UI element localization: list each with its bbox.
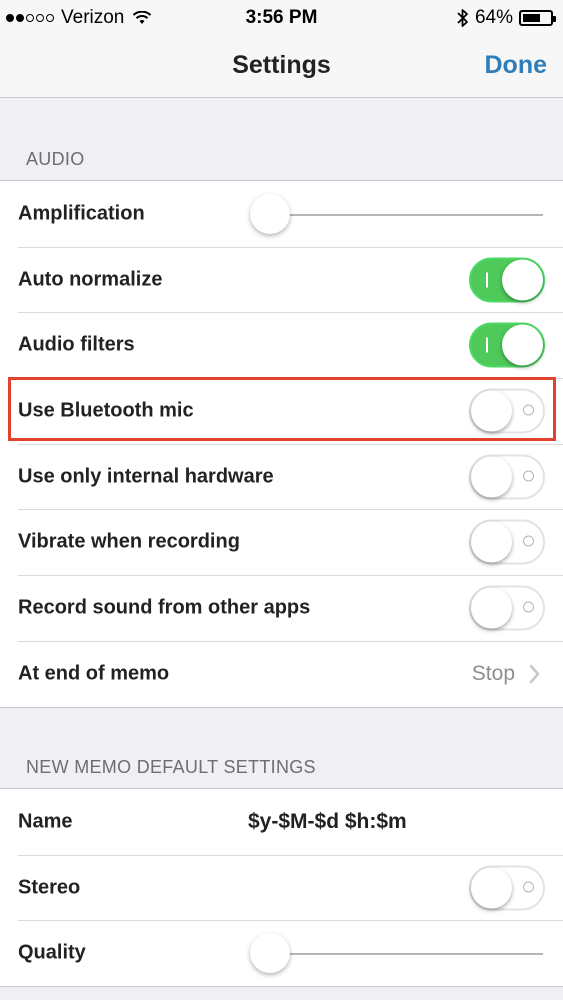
battery-percent: 64% <box>474 7 513 28</box>
name-format-value[interactable]: $y-$M-$d $h:$m <box>248 810 407 834</box>
end-of-memo-row[interactable]: At end of memo Stop <box>0 640 563 707</box>
audio-settings-group: Amplification Auto normalize Audio filte… <box>0 180 563 708</box>
navigation-bar: Settings Done <box>0 36 563 98</box>
quality-label: Quality <box>18 941 86 964</box>
status-right: 64% <box>456 7 556 29</box>
quality-slider-thumb[interactable] <box>250 933 290 974</box>
end-of-memo-label: At end of memo <box>18 662 170 685</box>
internal-hardware-toggle[interactable] <box>469 454 545 500</box>
internal-hardware-label: Use only internal hardware <box>18 465 274 488</box>
status-bar: Verizon 3:56 PM 64% <box>0 0 563 36</box>
audio-section-header: AUDIO <box>26 149 85 169</box>
stereo-row: Stereo <box>0 854 563 921</box>
bluetooth-mic-toggle[interactable] <box>469 388 545 434</box>
quality-slider[interactable] <box>250 933 543 974</box>
audio-filters-row: Audio filters <box>0 312 563 378</box>
auto-normalize-toggle[interactable] <box>469 257 545 303</box>
quality-row: Quality <box>0 920 563 986</box>
chevron-right-icon <box>529 664 540 683</box>
page-title: Settings <box>232 51 331 79</box>
end-of-memo-value: Stop <box>471 661 515 685</box>
vibrate-row: Vibrate when recording <box>0 509 563 575</box>
bluetooth-mic-row: Use Bluetooth mic <box>0 378 563 444</box>
amplification-row: Amplification <box>0 181 563 247</box>
defaults-section-header: NEW MEMO DEFAULT SETTINGS <box>26 757 316 777</box>
bluetooth-mic-label: Use Bluetooth mic <box>18 399 194 422</box>
vibrate-label: Vibrate when recording <box>18 530 240 553</box>
record-other-apps-label: Record sound from other apps <box>18 596 311 619</box>
record-other-apps-toggle[interactable] <box>469 585 545 631</box>
audio-filters-label: Audio filters <box>18 333 135 356</box>
name-label: Name <box>18 810 73 833</box>
stereo-label: Stereo <box>18 876 81 899</box>
amplification-slider-thumb[interactable] <box>250 193 290 234</box>
internal-hardware-row: Use only internal hardware <box>0 443 563 510</box>
defaults-settings-group: Name $y-$M-$d $h:$m Stereo Quality <box>0 788 563 988</box>
audio-filters-toggle[interactable] <box>469 322 545 368</box>
amplification-slider[interactable] <box>250 193 543 234</box>
done-button[interactable]: Done <box>485 51 548 80</box>
amplification-label: Amplification <box>18 202 145 225</box>
record-other-apps-row: Record sound from other apps <box>0 575 563 641</box>
auto-normalize-label: Auto normalize <box>18 268 163 291</box>
bluetooth-icon <box>457 9 468 27</box>
auto-normalize-row: Auto normalize <box>0 246 563 313</box>
stereo-toggle[interactable] <box>469 865 545 911</box>
battery-icon <box>519 10 556 26</box>
vibrate-toggle[interactable] <box>469 519 545 565</box>
name-row[interactable]: Name $y-$M-$d $h:$m <box>0 789 563 855</box>
